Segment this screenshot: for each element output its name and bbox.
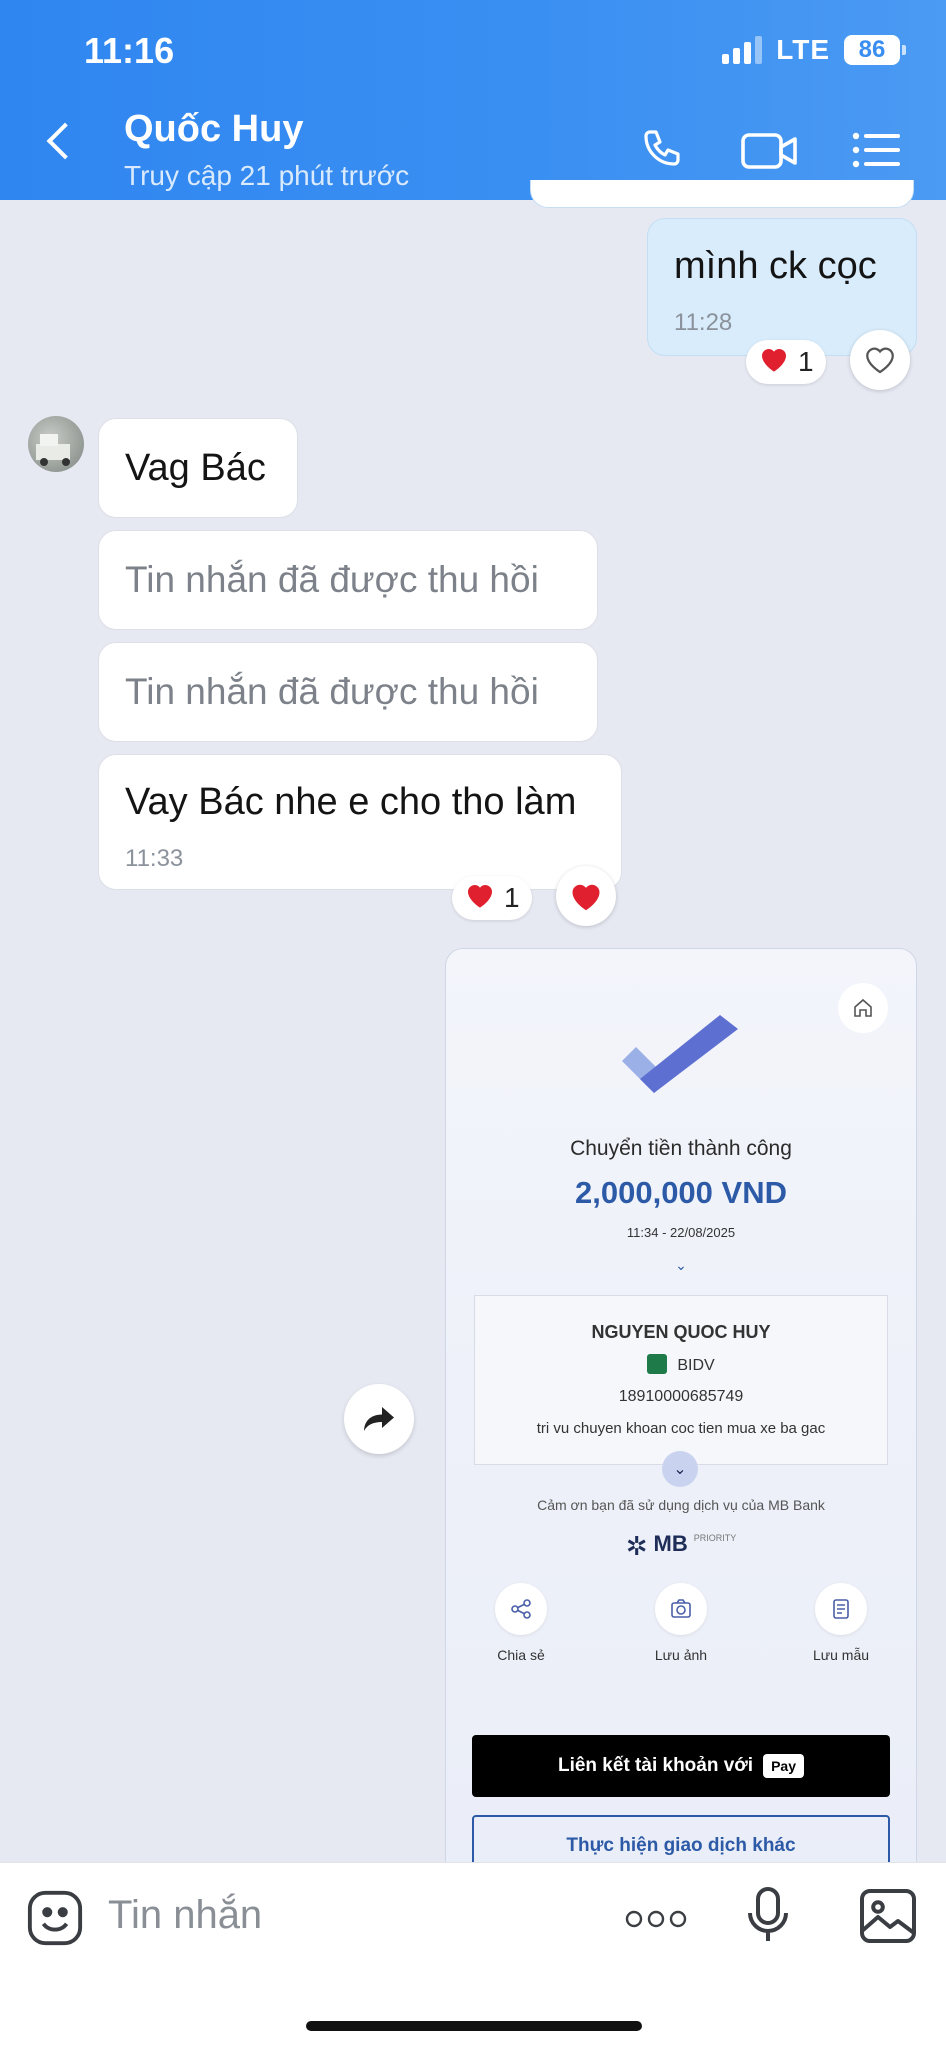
recalled-message[interactable]: Tin nhắn đã được thu hồi bbox=[98, 530, 598, 630]
heart-outline-icon bbox=[866, 347, 894, 374]
share-action: Chia sẻ bbox=[466, 1583, 576, 1663]
camera-icon bbox=[655, 1583, 707, 1635]
avatar[interactable] bbox=[28, 416, 84, 472]
link-apple-pay-button: Liên kết tài khoản với Pay bbox=[472, 1735, 890, 1797]
battery-level: 86 bbox=[858, 36, 886, 63]
previous-message-edge bbox=[530, 180, 914, 208]
save-image-label: Lưu ảnh bbox=[654, 1647, 708, 1663]
emoji-icon[interactable] bbox=[26, 1889, 84, 1952]
expand-chevron-icon: ⌄ bbox=[675, 1257, 687, 1273]
bank-logo-icon bbox=[647, 1354, 668, 1374]
message-text: mình ck cọc bbox=[674, 245, 877, 287]
message-time: 11:33 bbox=[125, 845, 184, 872]
chat-header: 11:16 LTE 86 Quốc Huy Truy cập 21 phút t… bbox=[0, 0, 946, 200]
status-indicators: LTE 86 bbox=[722, 34, 906, 66]
message-input-bar: Tin nhắn bbox=[0, 1862, 946, 2048]
message-text: Vag Bác bbox=[125, 447, 266, 489]
logo-text: MB bbox=[653, 1531, 688, 1556]
recalled-message[interactable]: Tin nhắn đã được thu hồi bbox=[98, 642, 598, 742]
recipient-name: NGUYEN QUOC HUY bbox=[591, 1322, 771, 1342]
react-heart-button[interactable] bbox=[556, 866, 616, 926]
reaction-count: 1 bbox=[798, 346, 814, 377]
transfer-amount: 2,000,000 VND bbox=[575, 1175, 787, 1210]
network-type: LTE bbox=[776, 34, 830, 65]
microphone-icon[interactable] bbox=[744, 1885, 792, 1950]
phone-call-icon[interactable] bbox=[640, 126, 688, 179]
save-template-label: Lưu mẫu bbox=[812, 1647, 870, 1663]
chevron-down-icon: ⌄ bbox=[662, 1451, 698, 1487]
forward-arrow-icon bbox=[364, 1407, 394, 1431]
home-icon bbox=[838, 983, 888, 1033]
signal-icon bbox=[722, 36, 763, 64]
status-time: 11:16 bbox=[84, 30, 175, 71]
last-seen-status: Truy cập 21 phút trước bbox=[124, 160, 410, 191]
mb-bank-logo: ✲ MB PRIORITY bbox=[446, 1531, 916, 1562]
account-number: 18910000685749 bbox=[618, 1388, 744, 1405]
home-indicator bbox=[306, 2021, 642, 2031]
transfer-datetime: 11:34 - 22/08/2025 bbox=[626, 1225, 736, 1240]
save-template-action: Lưu mẫu bbox=[786, 1583, 896, 1663]
menu-list-icon[interactable] bbox=[852, 130, 902, 175]
recipient-bank: BIDV bbox=[475, 1354, 887, 1375]
save-image-action: Lưu ảnh bbox=[626, 1583, 736, 1663]
apple-pay-label: Liên kết tài khoản với bbox=[557, 1755, 754, 1776]
message-bubble-incoming[interactable]: Vag Bác bbox=[98, 418, 298, 518]
document-icon bbox=[815, 1583, 867, 1635]
image-gallery-icon[interactable] bbox=[858, 1887, 918, 1950]
react-heart-button[interactable] bbox=[850, 330, 910, 390]
more-options-icon[interactable] bbox=[624, 1907, 688, 1936]
message-input[interactable]: Tin nhắn bbox=[108, 1893, 262, 1938]
message-time: 11:28 bbox=[674, 309, 733, 336]
bank-name: BIDV bbox=[677, 1357, 715, 1374]
recipient-card: NGUYEN QUOC HUY BIDV 18910000685749 tri … bbox=[474, 1295, 888, 1465]
battery-icon: 86 bbox=[844, 35, 906, 65]
reaction-count: 1 bbox=[504, 882, 520, 913]
recalled-text: Tin nhắn đã được thu hồi bbox=[125, 559, 539, 600]
apple-pay-badge-text: Pay bbox=[771, 1758, 797, 1774]
apple-pay-badge: Pay bbox=[763, 1754, 805, 1778]
contact-name[interactable]: Quốc Huy bbox=[124, 108, 303, 151]
forward-button[interactable] bbox=[344, 1384, 414, 1454]
video-call-icon[interactable] bbox=[740, 128, 800, 179]
heart-icon bbox=[758, 345, 790, 380]
heart-icon bbox=[572, 884, 600, 911]
share-label: Chia sẻ bbox=[497, 1647, 545, 1663]
reaction-summary[interactable]: 1 bbox=[746, 340, 826, 384]
thanks-text: Cảm ơn bạn đã sử dụng dịch vụ của MB Ban… bbox=[537, 1497, 825, 1513]
transfer-note: tri vu chuyen khoan coc tien mua xe ba g… bbox=[536, 1420, 826, 1437]
recalled-text: Tin nhắn đã được thu hồi bbox=[125, 671, 539, 712]
transfer-status-title: Chuyển tiền thành công bbox=[570, 1137, 792, 1160]
reaction-summary[interactable]: 1 bbox=[452, 876, 532, 920]
logo-subtext: PRIORITY bbox=[693, 1533, 737, 1543]
star-logo-icon: ✲ bbox=[625, 1531, 648, 1561]
back-arrow-icon[interactable] bbox=[46, 122, 84, 160]
message-bubble-incoming[interactable]: Vay Bác nhe e cho tho làm 11:33 bbox=[98, 754, 622, 890]
heart-icon bbox=[464, 881, 496, 916]
success-check-icon bbox=[616, 1009, 746, 1114]
message-text: Vay Bác nhe e cho tho làm bbox=[125, 781, 577, 823]
share-icon bbox=[495, 1583, 547, 1635]
